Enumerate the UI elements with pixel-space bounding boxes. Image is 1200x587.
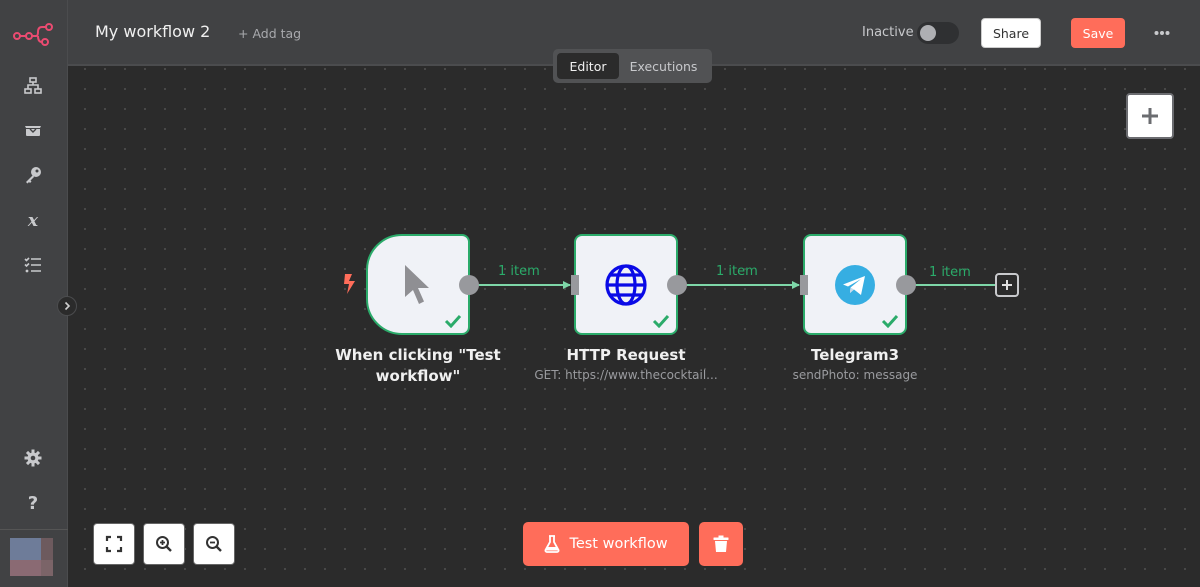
chevron-right-icon [64,301,71,311]
sidebar-item-credentials[interactable] [22,164,44,186]
zoom-in-button[interactable] [143,523,185,565]
sidebar: x ? [0,0,68,587]
svg-text:x: x [27,211,39,229]
tab-editor[interactable]: Editor [557,53,619,79]
sidebar-item-settings[interactable] [22,447,44,469]
edge-label: 1 item [716,264,758,279]
share-button[interactable]: Share [981,18,1041,48]
workflow-title[interactable]: My workflow 2 [95,22,210,41]
settings-icon [24,449,42,467]
plus-icon [1002,280,1012,290]
more-options-button[interactable] [1152,24,1172,42]
flask-icon [544,535,560,553]
sidebar-divider [0,529,68,530]
edge-label: 1 item [498,264,540,279]
test-workflow-label: Test workflow [569,536,668,552]
delete-button[interactable] [699,522,743,566]
fit-view-icon [105,535,123,553]
trigger-bolt-icon [344,274,355,294]
tab-executions[interactable]: Executions [621,53,706,79]
node-http-request[interactable] [574,234,678,335]
input-handle[interactable] [571,275,579,295]
credentials-icon [26,167,41,184]
test-workflow-button[interactable]: Test workflow [523,522,689,566]
templates-icon [25,126,41,136]
node-subtitle: GET: https://www.thecocktail... [534,368,718,382]
success-check-icon [652,314,670,328]
workflows-icon [24,77,42,94]
telegram-icon [833,263,877,307]
sidebar-item-executions[interactable] [22,254,44,276]
n8n-logo-icon[interactable] [12,22,54,46]
active-status-label: Inactive [862,25,914,40]
cursor-icon [396,263,440,307]
success-check-icon [881,314,899,328]
sidebar-item-workflows[interactable] [22,75,44,97]
toggle-knob [920,25,936,41]
svg-text:?: ? [28,493,38,511]
success-check-icon [444,314,462,328]
zoom-in-icon [156,536,172,552]
node-telegram[interactable] [803,234,907,335]
node-subtitle: sendPhoto: message [792,368,918,382]
help-icon: ? [28,493,38,511]
editor-tabs: Editor Executions [553,49,712,83]
add-next-node-button[interactable] [995,273,1019,297]
add-node-button[interactable] [1126,93,1174,139]
zoom-out-icon [206,536,222,552]
output-handle[interactable] [459,275,479,295]
avatar[interactable] [10,538,53,576]
fit-view-button[interactable] [93,523,135,565]
sidebar-collapse-button[interactable] [57,296,77,316]
sidebar-item-templates[interactable] [22,119,44,141]
add-tag-button[interactable]: + Add tag [238,26,301,41]
node-title: Telegram3 [810,346,900,364]
output-handle[interactable] [667,275,687,295]
more-horizontal-icon [1154,31,1170,35]
sidebar-item-variables[interactable]: x [22,209,44,231]
node-title: HTTP Request [566,346,686,364]
trash-icon [713,535,729,552]
edge-label: 1 item [929,265,971,280]
node-manual-trigger[interactable] [366,234,470,335]
n8n-app: x ? My workflow 2 + Add tag Inactive Sha… [0,0,1200,587]
node-title: When clicking "Test workflow" [335,346,501,385]
executions-icon [24,257,41,273]
zoom-out-button[interactable] [193,523,235,565]
sidebar-item-help[interactable]: ? [22,491,44,513]
variables-icon: x [27,211,39,229]
save-button[interactable]: Save [1071,18,1125,48]
globe-icon [604,263,648,307]
output-handle[interactable] [896,275,916,295]
active-toggle[interactable] [917,22,959,44]
plus-icon [1142,108,1158,124]
input-handle[interactable] [800,275,808,295]
